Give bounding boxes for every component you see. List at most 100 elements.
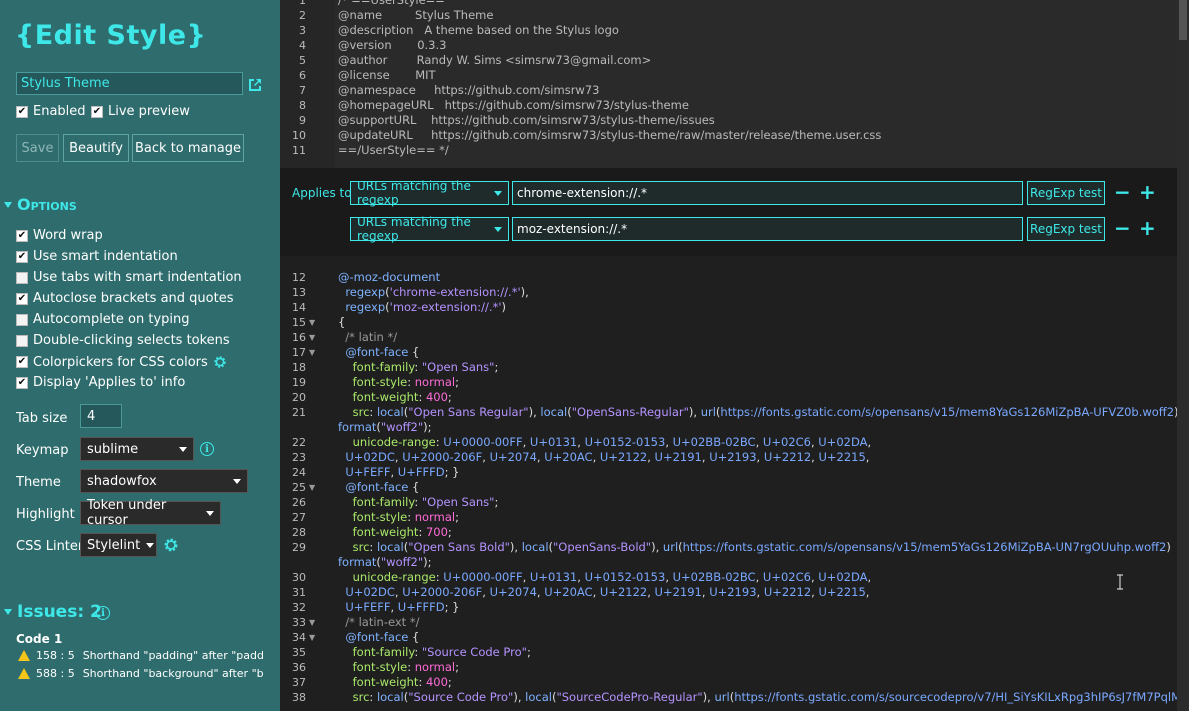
option-row[interactable]: ✔ Display 'Applies to' info xyxy=(16,375,185,390)
code-token: /* latin-ext */ xyxy=(338,615,420,629)
gear-icon[interactable] xyxy=(212,354,228,370)
line-number: 30 xyxy=(292,571,306,584)
option-checkbox[interactable]: ✔ xyxy=(16,313,28,326)
option-checkbox[interactable]: ✔ xyxy=(16,292,28,305)
code-text: font-weight: 700; xyxy=(338,525,452,540)
option-checkbox[interactable]: ✔ xyxy=(16,229,28,242)
option-label: Display 'Applies to' info xyxy=(33,375,186,390)
option-checkbox[interactable]: ✔ xyxy=(16,250,28,263)
code-token: /* latin */ xyxy=(338,330,398,344)
code-text: font-style: normal; xyxy=(338,375,459,390)
option-row[interactable]: ✔ Autocomplete on typing xyxy=(16,312,190,327)
line-number: 17 xyxy=(292,346,306,359)
header-code-section[interactable]: 1 /* ==UserStyle== 2 @name Stylus Theme 3 @de… xyxy=(280,0,1177,168)
applies-value-input[interactable]: chrome-extension://.* xyxy=(512,181,1023,205)
fold-icon[interactable]: ▼ xyxy=(309,330,315,345)
code-line: 17 ▼ @font-face { xyxy=(280,345,1177,360)
main-code-section[interactable]: 12 @-moz-document 13 regexp('chrome-extens… xyxy=(280,270,1185,711)
code-line: 28 font-weight: 700; xyxy=(280,525,1177,540)
tab-size-input[interactable] xyxy=(80,404,122,428)
code-line: 25 ▼ @font-face { xyxy=(280,480,1177,495)
applies-type-select[interactable]: URLs matching the regexp xyxy=(350,215,509,243)
code-token: https://fonts.gstatic.com/s/sourcecodepr… xyxy=(734,690,1186,704)
code-line: 1 /* ==UserStyle== xyxy=(280,0,1177,8)
code-line: 9 @supportURL https://github.com/simsrw73… xyxy=(280,113,1177,128)
option-checkbox[interactable]: ✔ xyxy=(16,376,28,389)
css-linter-label: CSS Linter xyxy=(16,539,84,554)
remove-applies-button[interactable]: − xyxy=(1114,218,1131,238)
issues-code-label: Code 1 xyxy=(16,632,63,646)
keymap-select[interactable]: sublime xyxy=(80,437,194,461)
beautify-button[interactable]: Beautify xyxy=(63,134,129,162)
scrollbar-thumb[interactable] xyxy=(1179,0,1187,40)
option-checkbox[interactable]: ✔ xyxy=(16,271,28,284)
fold-icon[interactable]: ▼ xyxy=(309,315,315,330)
editor-scrollbar[interactable] xyxy=(1177,0,1189,711)
option-row[interactable]: ✔ Autoclose brackets and quotes xyxy=(16,291,233,306)
enabled-checkbox-row[interactable]: ✔ Enabled xyxy=(16,104,86,119)
back-to-manage-button[interactable]: Back to manage xyxy=(132,134,244,162)
add-applies-button[interactable]: + xyxy=(1139,218,1156,238)
option-checkbox[interactable]: ✔ xyxy=(16,334,28,347)
fold-icon[interactable]: ▼ xyxy=(309,345,315,360)
live-preview-checkbox[interactable]: ✔ xyxy=(91,105,103,118)
code-token: : xyxy=(369,540,377,554)
regexp-test-button[interactable]: RegExp test xyxy=(1027,217,1105,241)
code-text: @updateURL https://github.com/simsrw73/s… xyxy=(338,128,882,142)
option-label: Use smart indentation xyxy=(33,249,178,264)
code-token: url xyxy=(700,405,716,419)
line-number: 5 xyxy=(299,54,306,67)
fold-icon[interactable]: ▼ xyxy=(309,480,315,495)
code-line: 23 U+02DC, U+2000-206F, U+2074, U+20AC, … xyxy=(280,450,1177,465)
css-linter-select[interactable]: Stylelint xyxy=(80,533,157,557)
applies-value-input[interactable]: moz-extension://.* xyxy=(512,217,1023,241)
code-line: 36 font-style: normal; xyxy=(280,660,1177,675)
code-token: : xyxy=(414,645,422,659)
style-name-input[interactable] xyxy=(16,72,243,95)
code-line: 4 @version 0.3.3 xyxy=(280,38,1177,53)
gear-icon[interactable] xyxy=(162,536,180,554)
option-row[interactable]: ✔ Word wrap xyxy=(16,228,103,243)
code-token: : xyxy=(369,405,377,419)
code-text: unicode-range: U+0000-00FF, U+0131, U+01… xyxy=(338,570,872,585)
code-token: , xyxy=(482,585,490,599)
enabled-checkbox[interactable]: ✔ xyxy=(16,105,28,118)
issue-row[interactable]: 158 : 5 Shorthand "padding" after "paddi… xyxy=(18,649,264,662)
code-token: , xyxy=(756,585,764,599)
chevron-down-icon xyxy=(494,190,502,196)
code-token: , xyxy=(865,585,870,599)
code-token: src xyxy=(352,690,370,704)
code-token: , xyxy=(390,465,398,479)
code-line: 13 regexp('chrome-extension://.*'), xyxy=(280,285,1177,300)
code-token: U+2215 xyxy=(818,585,866,599)
live-preview-checkbox-row[interactable]: ✔ Live preview xyxy=(91,104,190,119)
info-icon[interactable]: i xyxy=(96,606,110,620)
code-editor[interactable]: 1 /* ==UserStyle== 2 @name Stylus Theme 3 @de… xyxy=(280,0,1189,711)
fold-icon[interactable]: ▼ xyxy=(309,615,315,630)
add-applies-button[interactable]: + xyxy=(1139,182,1156,202)
info-icon[interactable]: i xyxy=(200,442,214,456)
code-line: 35 font-family: "Source Code Pro"; xyxy=(280,645,1177,660)
option-checkbox[interactable]: ✔ xyxy=(16,356,28,368)
fold-icon[interactable]: ▼ xyxy=(309,630,315,645)
code-line: 27 font-style: normal; xyxy=(280,510,1177,525)
issue-row[interactable]: 588 : 5 Shorthand "background" after "ba… xyxy=(18,667,264,680)
option-row[interactable]: ✔ Colorpickers for CSS colors xyxy=(16,354,228,370)
applies-type-select[interactable]: URLs matching the regexp xyxy=(350,179,509,207)
remove-applies-button[interactable]: − xyxy=(1114,182,1131,202)
options-heading[interactable]: Options xyxy=(4,195,77,214)
highlight-select[interactable]: Token under cursor xyxy=(80,498,221,528)
option-row[interactable]: ✔ Use smart indentation xyxy=(16,249,178,264)
external-link-icon[interactable] xyxy=(246,76,264,94)
issues-heading[interactable]: Issues: 2 xyxy=(4,602,102,622)
save-button[interactable]: Save xyxy=(16,134,59,162)
option-row[interactable]: ✔ Double-clicking selects tokens xyxy=(16,333,230,348)
option-row[interactable]: ✔ Use tabs with smart indentation xyxy=(16,270,242,285)
regexp-test-button[interactable]: RegExp test xyxy=(1027,181,1105,205)
theme-select[interactable]: shadowfox xyxy=(80,469,248,493)
